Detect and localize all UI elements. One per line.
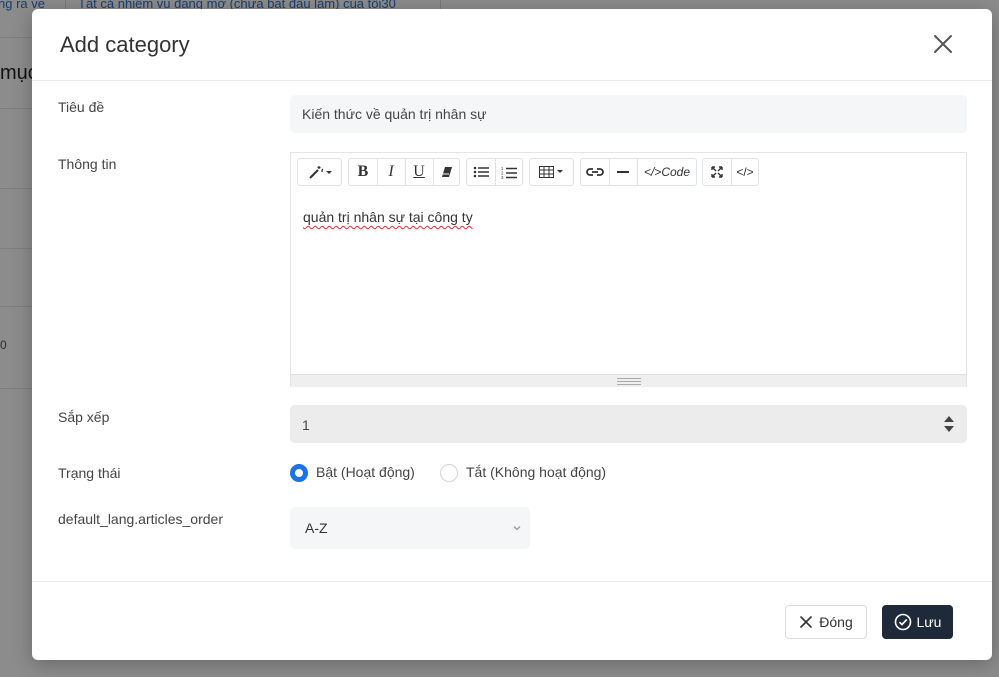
close-modal-button[interactable]: Đóng — [785, 605, 867, 639]
save-button-label: Lưu — [916, 614, 942, 630]
spinner-icon[interactable] — [943, 414, 955, 434]
codeview-button[interactable]: </> — [731, 159, 759, 185]
status-on-radio[interactable] — [290, 464, 308, 482]
order-label: Sắp xếp — [58, 409, 110, 425]
view-group: </> — [702, 158, 759, 186]
close-icon — [800, 616, 813, 628]
title-label: Tiêu đề — [58, 99, 105, 115]
modal-footer: Đóng Lưu — [32, 581, 992, 661]
add-category-modal: Add category Tiêu đề Kiến thức về quản t… — [32, 9, 992, 660]
rich-text-editor: B I U 123 </>Code </> quản trị nhân sự t… — [290, 152, 967, 387]
code-button[interactable]: </>Code — [637, 159, 697, 185]
check-circle-icon — [894, 613, 911, 631]
table-icon — [530, 159, 573, 185]
editor-toolbar: B I U 123 </>Code </> — [291, 153, 966, 195]
close-icon — [934, 35, 952, 53]
insert-group: </>Code — [580, 158, 697, 186]
eraser-icon[interactable] — [433, 159, 460, 185]
status-off-radio[interactable] — [440, 464, 458, 482]
bullet-list-icon[interactable] — [467, 159, 495, 185]
table-dropdown[interactable] — [529, 158, 574, 186]
sort-select[interactable]: A-Z — [290, 507, 530, 549]
style-dropdown[interactable] — [297, 158, 342, 186]
svg-text:3: 3 — [501, 175, 504, 179]
editor-content[interactable]: quản trị nhân sự tại công ty — [303, 209, 473, 225]
chevron-down-icon — [513, 526, 521, 531]
fullscreen-icon[interactable] — [703, 159, 731, 185]
magic-wand-icon — [298, 159, 341, 185]
order-input[interactable]: 1 — [290, 405, 967, 443]
order-value: 1 — [302, 417, 310, 433]
status-off-label[interactable]: Tắt (Không hoạt động) — [466, 464, 606, 480]
editor-text: quản trị nhân sự tại công ty — [303, 209, 473, 225]
modal-header: Add category — [32, 9, 992, 81]
link-icon[interactable] — [581, 159, 609, 185]
close-button[interactable] — [930, 31, 956, 57]
underline-icon[interactable]: U — [405, 159, 433, 185]
bold-icon[interactable]: B — [349, 159, 377, 185]
title-input[interactable]: Kiến thức về quản trị nhân sự — [290, 95, 967, 133]
italic-icon[interactable]: I — [377, 159, 405, 185]
sort-label: default_lang.articles_order — [58, 511, 223, 527]
format-group: B I U — [348, 158, 460, 186]
status-on-label[interactable]: Bật (Hoạt động) — [316, 464, 415, 480]
modal-title: Add category — [60, 32, 190, 57]
sort-value: A-Z — [305, 520, 328, 536]
status-label: Trạng thái — [58, 465, 121, 481]
resize-grip-icon — [617, 378, 641, 385]
numbered-list-icon[interactable]: 123 — [495, 159, 523, 185]
close-button-label: Đóng — [819, 614, 853, 630]
horizontal-rule-icon[interactable] — [609, 159, 637, 185]
save-button[interactable]: Lưu — [882, 605, 953, 639]
list-group: 123 — [466, 158, 523, 186]
editor-resize-bar[interactable] — [291, 374, 966, 387]
info-label: Thông tin — [58, 156, 117, 172]
